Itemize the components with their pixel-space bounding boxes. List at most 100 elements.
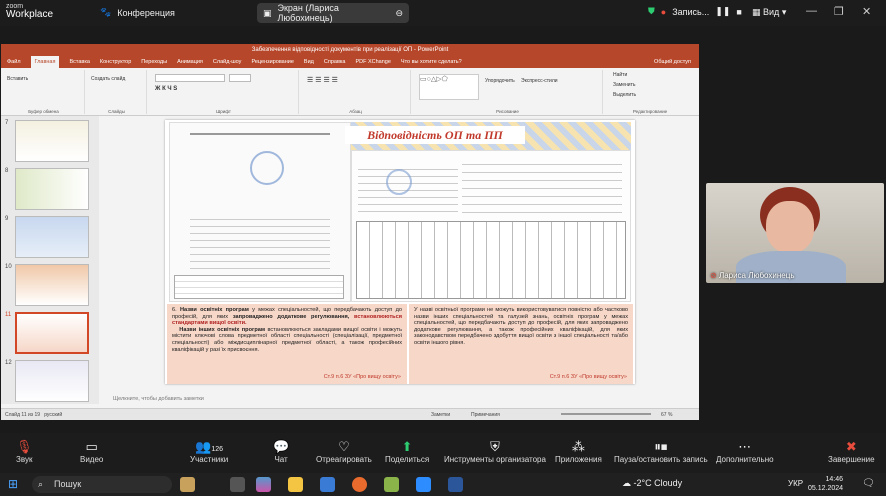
replace-button[interactable]: Заменить [613, 82, 635, 88]
webcam-tile[interactable]: ⊘ Лариса Любохинець [706, 183, 884, 283]
shield-check-icon: ⛊ [648, 6, 655, 16]
tab-review[interactable]: Рецензирование [251, 56, 293, 68]
conference-menu[interactable]: 🐾 Конференция [100, 7, 175, 18]
tool-label: Пауза/остановить запись [614, 455, 708, 464]
copilot-icon[interactable] [256, 477, 271, 492]
react-button[interactable]: ♡ Отреагировать [316, 439, 372, 464]
store-icon[interactable] [320, 477, 335, 492]
text-box-right: У назві освітньої програми не можуть вик… [409, 304, 633, 384]
firefox-icon[interactable] [352, 477, 367, 492]
minus-circle-icon[interactable]: ⊖ [395, 8, 403, 19]
maximize-icon[interactable]: ❐ [834, 5, 844, 18]
shapes-gallery[interactable]: ▭○△▷⬠ [419, 74, 479, 100]
tab-home[interactable]: Главная [30, 56, 60, 68]
tab-help[interactable]: Справка [324, 56, 346, 68]
view-menu[interactable]: ▦ Вид ▾ [752, 7, 786, 18]
lead-text-2: Назви інших освітніх програм [179, 326, 266, 333]
find-button[interactable]: Найти [613, 72, 627, 78]
minimize-icon[interactable]: — [806, 5, 817, 17]
align-icons[interactable]: ☰ ☰ ☰ ☰ [307, 76, 338, 84]
comments-toggle[interactable]: Примечания [471, 409, 500, 421]
pause-recording-button[interactable]: ⏸⏹ Пауза/остановить запись [614, 439, 708, 464]
slide-thumb-9[interactable] [15, 216, 89, 258]
doc-lines [462, 157, 622, 215]
more-button[interactable]: ⋯ Дополнительно [716, 439, 774, 464]
tab-pdf-xchange[interactable]: PDF XChange [355, 56, 390, 68]
shield-icon: ⛨ [490, 439, 500, 454]
tool-label: Видео [80, 455, 104, 464]
share-screen-button[interactable]: ⬆ Поделиться [385, 439, 429, 464]
ribbon-group-label: Рисование [496, 109, 519, 114]
slide-thumb-10[interactable] [15, 264, 89, 306]
language-indicator[interactable]: УКР [788, 479, 803, 488]
video-button[interactable]: ▭ Видео [80, 439, 103, 464]
close-icon[interactable]: ✕ [862, 5, 871, 18]
tab-insert[interactable]: Вставка [69, 56, 89, 68]
current-slide[interactable]: Відповідність ОП та ПП 6. Назви освітніх… [165, 120, 635, 384]
tab-file[interactable]: Файл [7, 56, 21, 68]
font-name-field[interactable] [155, 74, 225, 82]
record-dot-icon: ● [660, 6, 667, 17]
font-size-field[interactable] [229, 74, 251, 82]
tab-transitions[interactable]: Переходы [141, 56, 167, 68]
apps-button[interactable]: ⁂ Приложения [555, 439, 602, 464]
slide-thumb-8[interactable] [15, 168, 89, 210]
powerpoint-window: Забезпечення відповідності документів пр… [1, 44, 699, 420]
taskbar-clock[interactable]: 14:46 05.12.2024 [808, 475, 843, 493]
tab-animation[interactable]: Анимация [177, 56, 203, 68]
notes-toggle[interactable]: Заметки [431, 409, 450, 421]
participant-name-text: Лариса Любохинець [718, 271, 795, 280]
zoom-meeting-toolbar: 🎙︎ Звук ▭ Видео 👥126 Участники 💬 Чат ♡ О… [0, 433, 886, 473]
weather-widget[interactable]: ☁ -2°C Cloudy [622, 478, 682, 489]
stop-icon[interactable]: ■ [736, 7, 741, 17]
notes-pane[interactable]: Щелкните, чтобы добавить заметки [99, 392, 699, 408]
tab-view[interactable]: Вид [304, 56, 314, 68]
paste-button[interactable]: Вставить [7, 76, 28, 82]
tell-me-search[interactable]: Что вы хотите сделать? [401, 56, 462, 68]
ribbon-clipboard: Вставить Буфер обмена [3, 70, 85, 114]
ribbon-drawing: ▭○△▷⬠ Упорядочить Экспресс-стили Рисован… [413, 70, 603, 114]
cloud-icon: ☁ [622, 478, 631, 488]
tab-slideshow[interactable]: Слайд-шоу [213, 56, 242, 68]
recording-indicator[interactable]: ⛊ ● Запись... ❚❚ ■ [648, 6, 742, 17]
end-meeting-button[interactable]: ✖ Завершение [828, 439, 875, 464]
taskbar-search[interactable]: Пошук [32, 476, 172, 493]
tool-label: Поделиться [385, 455, 430, 464]
bold-text: запроваджено додаткове регулювання, [232, 313, 350, 320]
record-label: Запись... [672, 6, 710, 17]
select-button[interactable]: Выделить [613, 92, 636, 98]
slide-thumb-11[interactable] [15, 312, 89, 354]
pause-icon[interactable]: ❚❚ [715, 6, 730, 17]
thumb-number: 9 [5, 216, 9, 222]
tab-design[interactable]: Конструктор [100, 56, 131, 68]
taskview-icon[interactable] [230, 477, 245, 492]
screen-icon: ▣ [263, 7, 272, 18]
slide-thumb-12[interactable] [15, 360, 89, 402]
doc-lines [190, 213, 330, 273]
arrange-button[interactable]: Упорядочить [485, 78, 515, 84]
chat-button[interactable]: 💬 Чат [273, 439, 289, 464]
tool-label: Чат [274, 455, 288, 464]
host-tools-button[interactable]: ⛨ Инструменты организатора [444, 439, 546, 464]
more-icon: ⋯ [738, 439, 752, 454]
file-explorer-icon[interactable] [288, 477, 303, 492]
audio-button[interactable]: 🎙︎ Звук [16, 439, 33, 464]
point-number: 6. [172, 307, 177, 313]
taskbar-app-icon[interactable] [180, 477, 195, 492]
quick-styles-button[interactable]: Экспресс-стили [521, 78, 558, 84]
share-button[interactable]: Общий доступ [654, 56, 699, 68]
notification-icon[interactable]: 🗨 [862, 478, 875, 489]
windows-start-icon[interactable]: ⊞ [8, 477, 18, 491]
zoom-level[interactable]: 67 % [661, 409, 672, 421]
create-slide-button[interactable]: Создать слайд [91, 76, 125, 82]
ppt-status-bar: Слайд 11 из 19 русский Заметки Примечани… [1, 408, 699, 420]
bold-button[interactable]: Ж К Ч S [155, 86, 177, 92]
participants-button[interactable]: 👥126 Участники [190, 439, 228, 464]
app-icon[interactable] [384, 477, 399, 492]
screen-share-pill[interactable]: ▣ Экран (Лариса Любохинець) ⊖ [257, 3, 409, 23]
zoom-slider[interactable] [561, 413, 651, 415]
thumb-number: 10 [5, 264, 12, 270]
word-icon[interactable] [448, 477, 463, 492]
zoom-app-icon[interactable] [416, 477, 431, 492]
slide-thumb-7[interactable] [15, 120, 89, 162]
